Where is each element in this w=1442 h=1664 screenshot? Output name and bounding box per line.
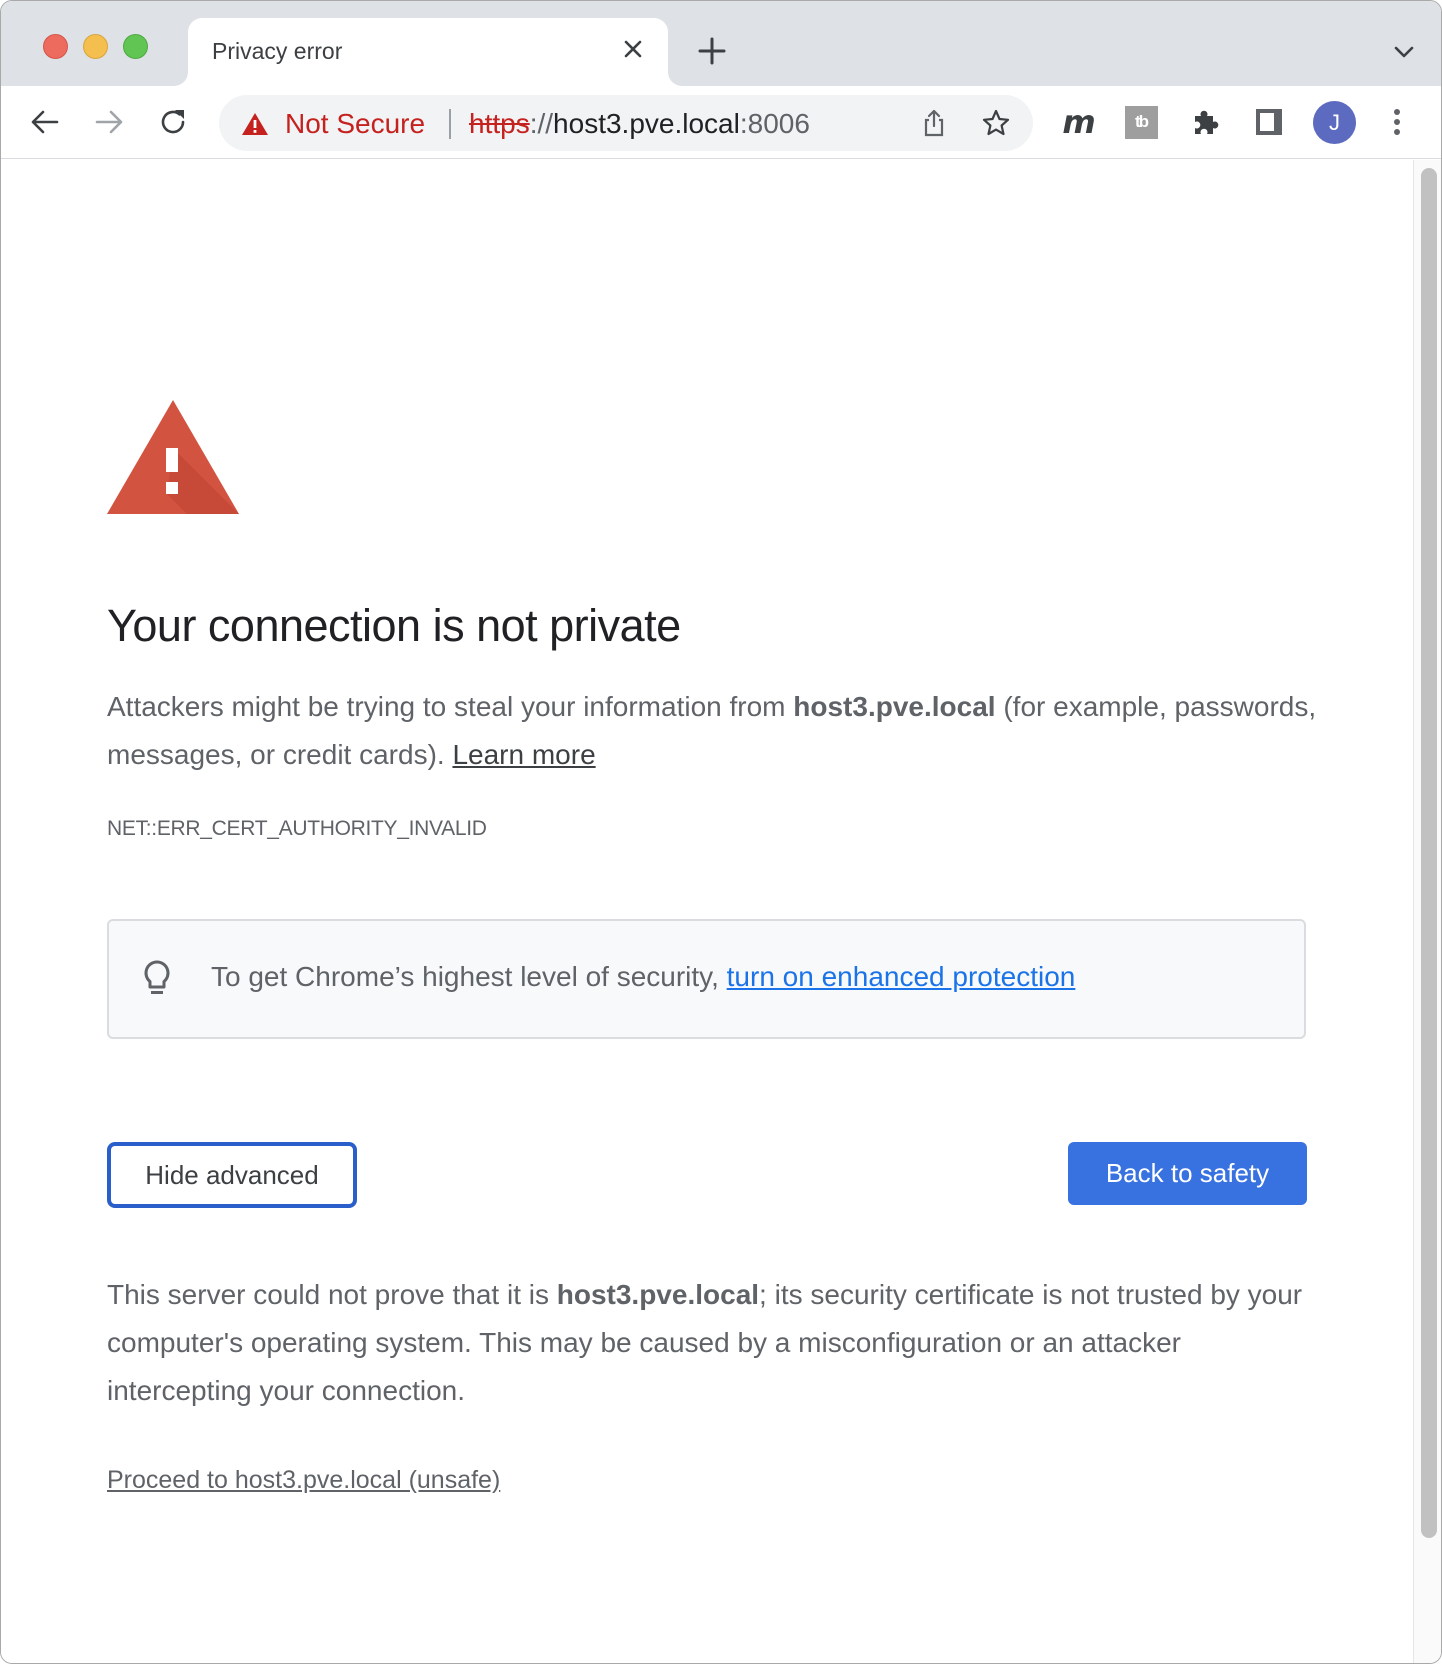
address-bar[interactable]: Not Secure https://host3.pve.local:8006 — [219, 95, 1033, 151]
page-title: Your connection is not private — [107, 600, 681, 651]
lightbulb-icon — [143, 959, 171, 999]
puzzle-icon[interactable] — [1185, 102, 1225, 142]
vertical-scrollbar[interactable] — [1413, 160, 1441, 1663]
window-minimize-button[interactable] — [83, 34, 108, 59]
learn-more-link[interactable]: Learn more — [452, 739, 595, 770]
omnibox-divider — [449, 109, 451, 139]
scrollbar-thumb[interactable] — [1421, 168, 1437, 1538]
tb-extension-glyph: tb — [1124, 105, 1158, 139]
window-close-button[interactable] — [43, 34, 68, 59]
details-part1: This server could not prove that it is — [107, 1279, 557, 1310]
enhanced-protection-banner: To get Chrome’s highest level of securit… — [107, 919, 1306, 1039]
tb-extension-icon[interactable]: tb — [1121, 102, 1161, 142]
close-icon[interactable] — [618, 34, 648, 64]
browser-window: Privacy error Not Secure https://host3.p… — [0, 0, 1442, 1664]
share-icon[interactable] — [919, 108, 949, 138]
tab-title: Privacy error — [212, 38, 343, 64]
url-host: host3.pve.local — [553, 108, 740, 139]
star-icon[interactable] — [981, 108, 1011, 138]
back-to-safety-button[interactable]: Back to safety — [1068, 1142, 1307, 1205]
reload-icon[interactable] — [153, 102, 193, 142]
warning-icon[interactable] — [241, 111, 269, 137]
url-port: :8006 — [739, 108, 810, 139]
tab-privacy-error[interactable]: Privacy error — [188, 18, 668, 86]
side-panel-icon[interactable] — [1249, 102, 1289, 142]
intro-host: host3.pve.local — [793, 691, 996, 722]
vertical-dots-icon[interactable] — [1377, 102, 1417, 142]
toolbar: Not Secure https://host3.pve.local:8006 … — [1, 86, 1441, 159]
warning-triangle-icon — [107, 400, 239, 514]
error-code: NET::ERR_CERT_AUTHORITY_INVALID — [107, 817, 487, 840]
intro-text: Attackers might be trying to steal your … — [107, 683, 1327, 779]
hide-advanced-button[interactable]: Hide advanced — [107, 1142, 357, 1208]
m-extension-icon[interactable]: m — [1059, 102, 1099, 142]
banner-text: To get Chrome’s highest level of securit… — [211, 961, 1075, 993]
tab-strip: Privacy error — [1, 1, 1441, 86]
url-separator: :// — [529, 108, 554, 139]
not-secure-label[interactable]: Not Secure — [285, 108, 425, 140]
profile-avatar[interactable]: J — [1313, 101, 1356, 144]
page-content: Your connection is not private Attackers… — [1, 160, 1413, 1663]
proceed-unsafe-link[interactable]: Proceed to host3.pve.local (unsafe) — [107, 1466, 500, 1495]
url-scheme: https — [469, 108, 530, 139]
banner-message: To get Chrome’s highest level of securit… — [211, 961, 727, 992]
arrow-right-icon[interactable] — [89, 102, 129, 142]
window-maximize-button[interactable] — [123, 34, 148, 59]
arrow-left-icon[interactable] — [25, 102, 65, 142]
plus-icon[interactable] — [695, 34, 729, 68]
url-text[interactable]: https://host3.pve.local:8006 — [469, 108, 810, 140]
enhanced-protection-link[interactable]: turn on enhanced protection — [727, 961, 1076, 992]
details-host: host3.pve.local — [556, 1279, 760, 1310]
chevron-down-icon[interactable] — [1391, 39, 1417, 65]
intro-part1: Attackers might be trying to steal your … — [107, 691, 794, 722]
details-text: This server could not prove that it is h… — [107, 1271, 1307, 1415]
